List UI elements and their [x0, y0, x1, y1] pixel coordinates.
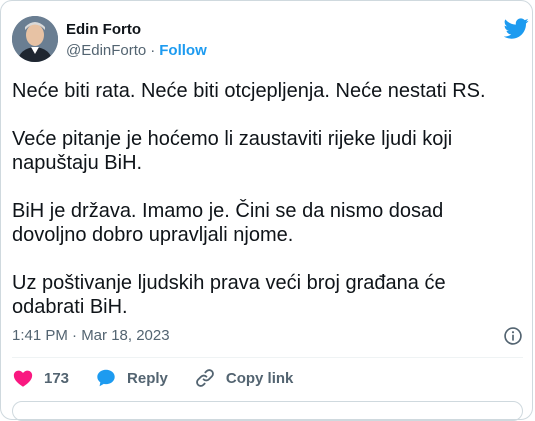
- follow-button[interactable]: Follow: [159, 42, 207, 59]
- handle-separator: ·: [150, 42, 156, 59]
- author-handle[interactable]: @EdinForto: [66, 42, 146, 59]
- tweet-card: Edin Forto @EdinForto · Follow Neće biti r…: [0, 0, 533, 421]
- reply-button[interactable]: Reply: [95, 367, 168, 389]
- copy-link-label: Copy link: [225, 369, 294, 387]
- tweet-body: Neće biti rata. Neće biti otcjepljenja. …: [12, 79, 522, 319]
- twitter-bird-icon[interactable]: [504, 16, 529, 41]
- tweet-paragraph: BiH je država. Imamo je. Čini se da nism…: [12, 200, 444, 246]
- avatar[interactable]: [12, 16, 58, 62]
- heart-icon: [13, 370, 33, 387]
- author-name[interactable]: Edin Forto: [66, 20, 207, 40]
- tweet-paragraph: Veće pitanje je hoćemo li zaustaviti rij…: [12, 128, 453, 174]
- avatar-photo: [12, 16, 58, 62]
- copy-link-button[interactable]: Copy link: [194, 367, 294, 389]
- link-icon: [196, 369, 214, 387]
- divider: [12, 357, 523, 358]
- speech-bubble-icon: [97, 369, 115, 387]
- reply-label: Reply: [127, 369, 168, 387]
- like-button[interactable]: 173: [12, 367, 69, 389]
- tweet-header: Edin Forto @EdinForto · Follow: [12, 16, 529, 64]
- tweet-paragraph: Neće biti rata. Neće biti otcjepljenja. …: [12, 80, 486, 102]
- read-replies-button[interactable]: [12, 401, 523, 421]
- info-icon[interactable]: [503, 326, 523, 346]
- tweet-meta: 1:41 PM · Mar 18, 2023: [12, 326, 527, 346]
- like-count: 173: [44, 369, 70, 387]
- tweet-actions: 173 Reply Copy link: [12, 366, 319, 390]
- tweet-paragraph: Uz poštivanje ljudskih prava veći broj g…: [12, 272, 446, 318]
- tweet-timestamp[interactable]: 1:41 PM · Mar 18, 2023: [12, 327, 170, 344]
